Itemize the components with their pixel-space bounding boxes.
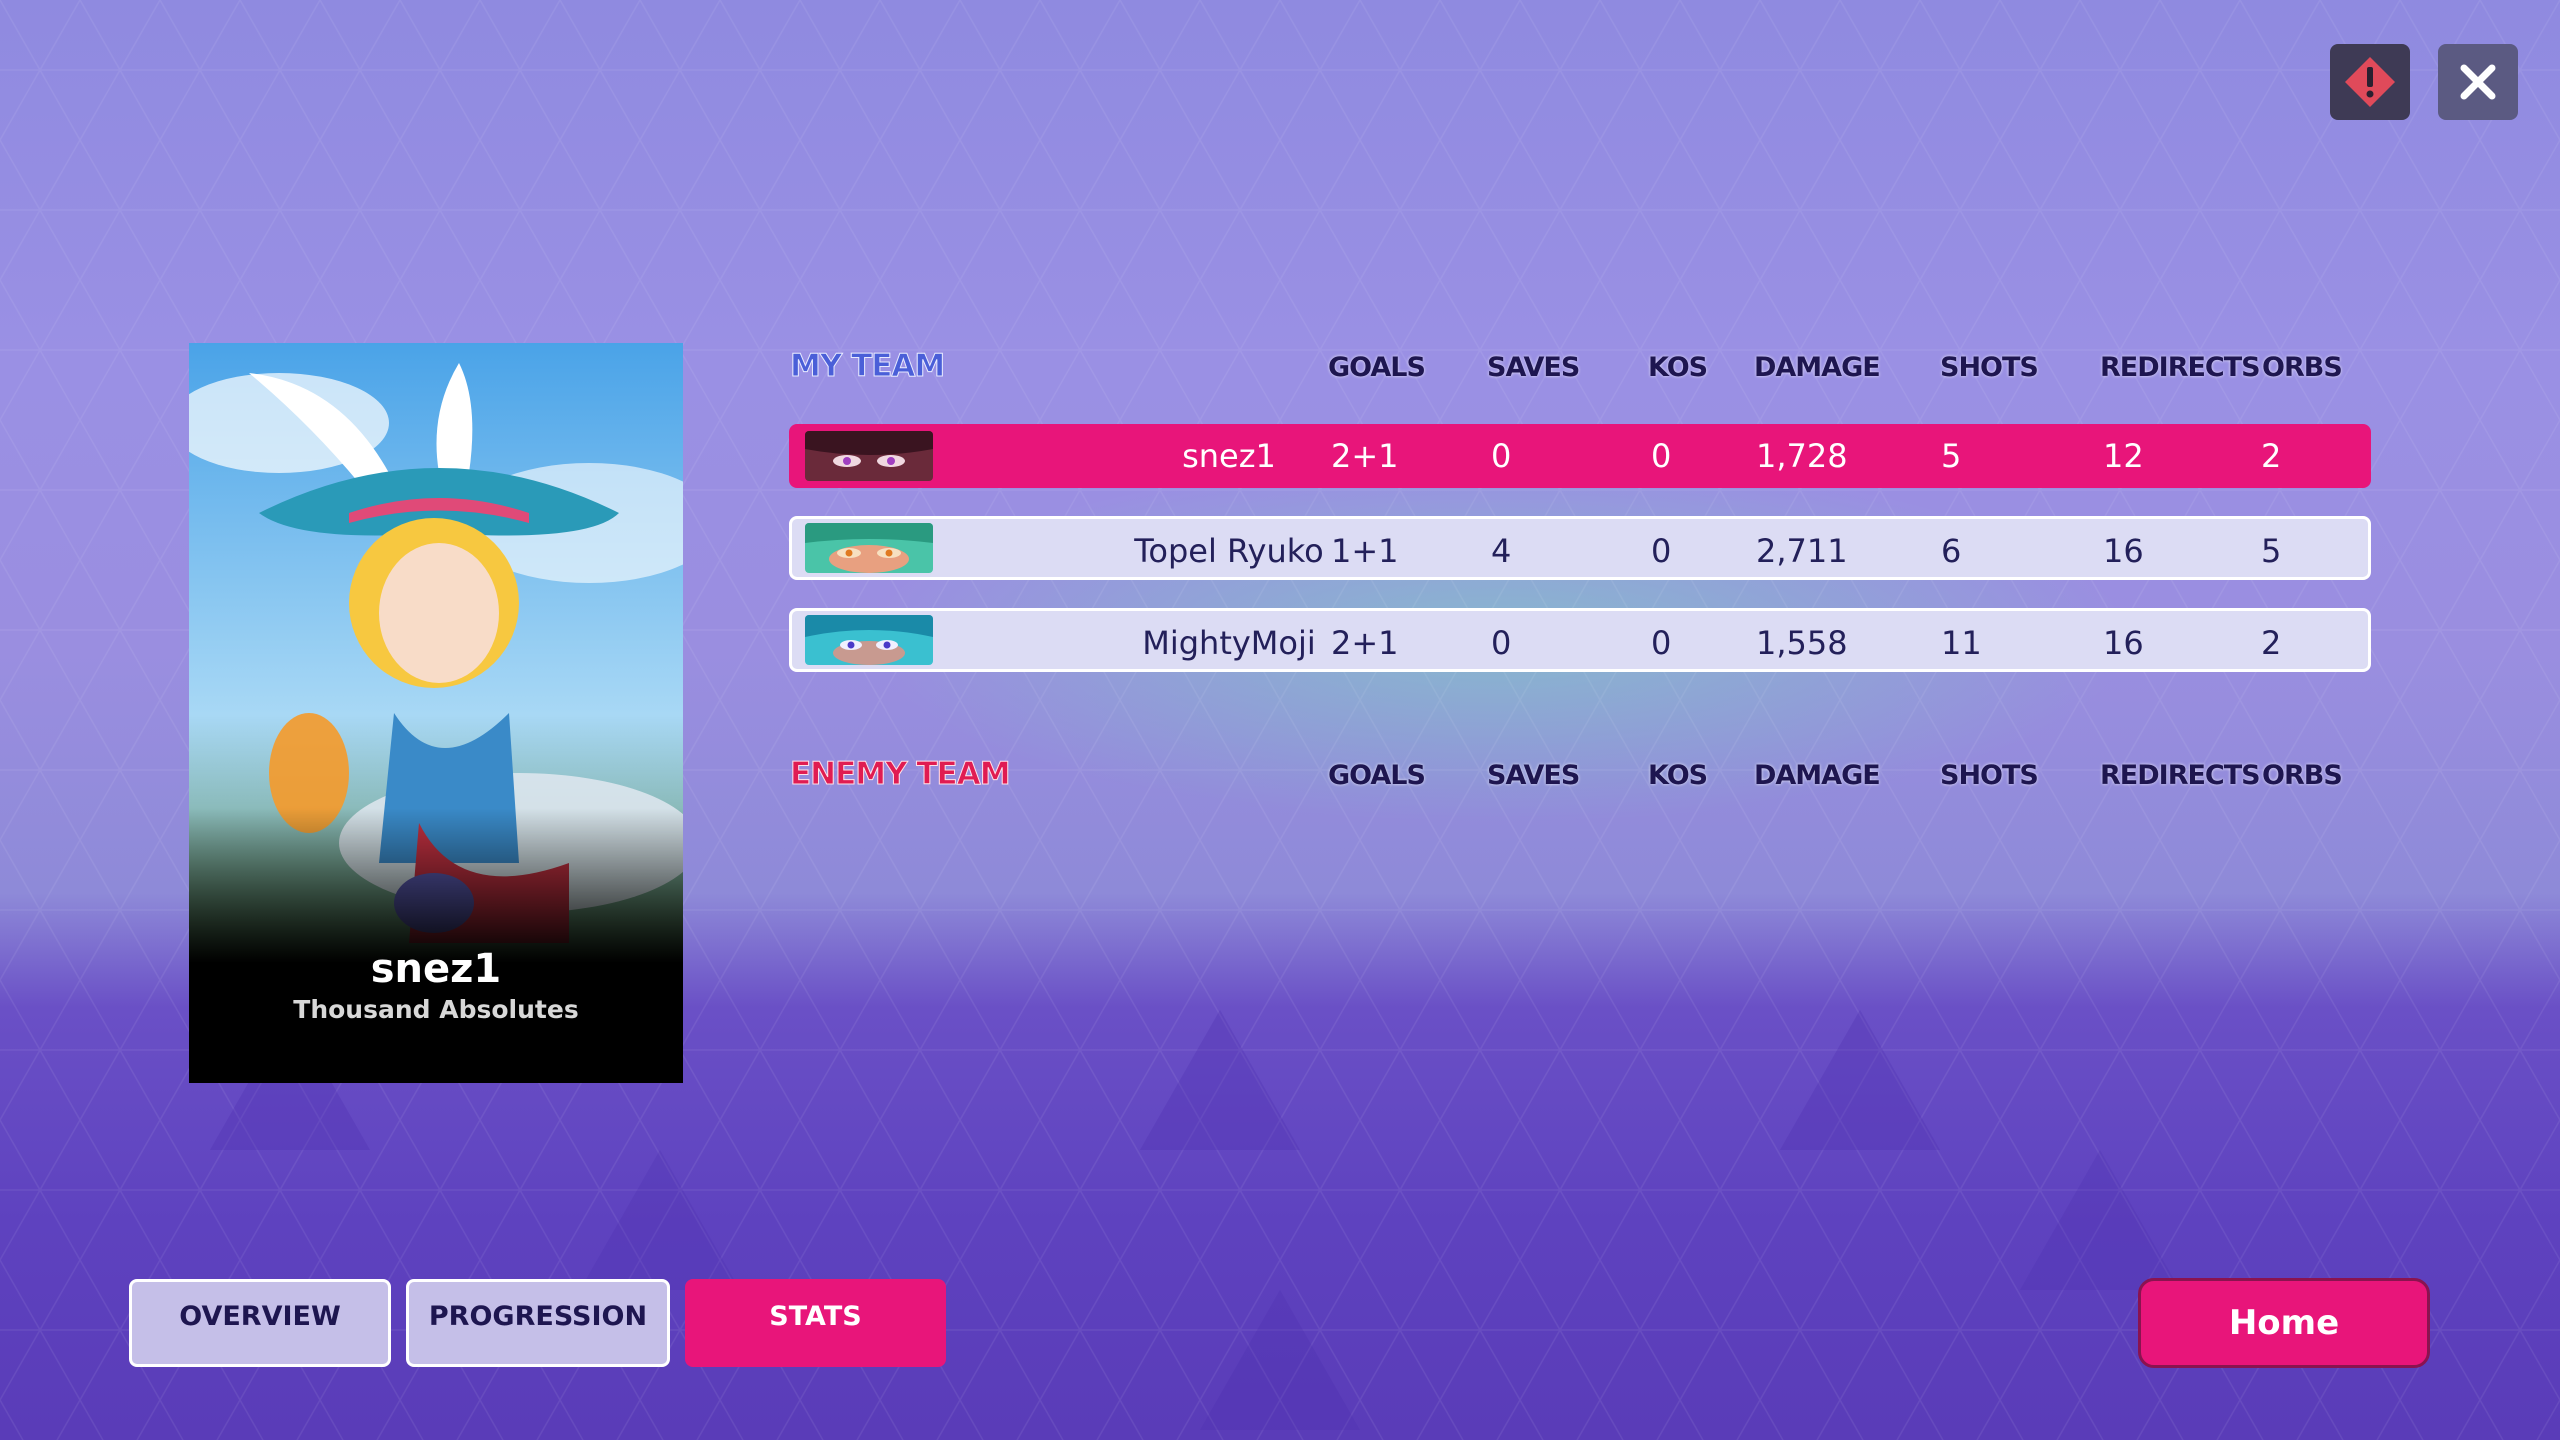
col-shots: SHOTS — [1940, 760, 2039, 791]
col-redirects: REDIRECTS — [2100, 352, 2261, 383]
saves-value: 4 — [1491, 532, 1512, 570]
saves-value: 0 — [1491, 437, 1512, 475]
card-player-title: Thousand Absolutes — [293, 995, 579, 1024]
report-button[interactable] — [2330, 44, 2410, 120]
shots-value: 5 — [1941, 437, 1962, 475]
character-card: snez1 Thousand Absolutes — [189, 343, 683, 1083]
redirects-value: 12 — [2103, 437, 2144, 475]
report-warning-icon — [2345, 57, 2395, 107]
my-team-header: MY TEAM GOALS SAVES KOS DAMAGE SHOTS RED… — [789, 348, 2370, 398]
character-art — [189, 343, 683, 963]
damage-value: 1,558 — [1756, 624, 1848, 662]
orbs-value: 2 — [2261, 624, 2282, 662]
home-button[interactable]: Home — [2138, 1278, 2430, 1368]
col-orbs: ORBS — [2262, 760, 2343, 791]
close-button[interactable] — [2438, 44, 2518, 120]
card-player-name: snez1 — [370, 946, 502, 992]
close-icon — [2460, 64, 2496, 100]
goals-value: 1+1 — [1331, 532, 1399, 570]
enemy-team-header: ENEMY TEAM GOALS SAVES KOS DAMAGE SHOTS … — [790, 756, 2370, 806]
orbs-value: 5 — [2261, 532, 2282, 570]
col-saves: SAVES — [1487, 352, 1580, 383]
tab-stats[interactable]: STATS — [685, 1279, 946, 1367]
col-kos: KOS — [1648, 760, 1708, 791]
enemy-team-label: ENEMY TEAM — [790, 756, 1012, 793]
redirects-value: 16 — [2103, 624, 2144, 662]
damage-value: 1,728 — [1756, 437, 1848, 475]
player-name: snez1 — [1182, 437, 1276, 475]
tab-progression[interactable]: PROGRESSION — [406, 1279, 670, 1367]
player-portrait — [805, 431, 933, 481]
shots-value: 6 — [1941, 532, 1962, 570]
kos-value: 0 — [1651, 437, 1672, 475]
col-orbs: ORBS — [2262, 352, 2343, 383]
player-row[interactable]: Topel Ryuko 1+1 4 0 2,711 6 16 5 — [789, 516, 2371, 580]
player-portrait — [805, 615, 933, 665]
kos-value: 0 — [1651, 532, 1672, 570]
player-name: MightyMoji — [1142, 624, 1316, 662]
col-kos: KOS — [1648, 352, 1708, 383]
player-row[interactable]: MightyMoji 2+1 0 0 1,558 11 16 2 — [789, 608, 2371, 672]
goals-value: 2+1 — [1331, 437, 1399, 475]
player-portrait — [805, 523, 933, 573]
goals-value: 2+1 — [1331, 624, 1399, 662]
col-goals: GOALS — [1328, 352, 1426, 383]
player-row[interactable]: snez1 2+1 0 0 1,728 5 12 2 — [789, 424, 2371, 488]
col-goals: GOALS — [1328, 760, 1426, 791]
tab-overview[interactable]: OVERVIEW — [129, 1279, 391, 1367]
col-saves: SAVES — [1487, 760, 1580, 791]
kos-value: 0 — [1651, 624, 1672, 662]
col-redirects: REDIRECTS — [2100, 760, 2261, 791]
col-damage: DAMAGE — [1754, 760, 1881, 791]
shots-value: 11 — [1941, 624, 1982, 662]
col-shots: SHOTS — [1940, 352, 2039, 383]
damage-value: 2,711 — [1756, 532, 1848, 570]
col-damage: DAMAGE — [1754, 352, 1881, 383]
orbs-value: 2 — [2261, 437, 2282, 475]
my-team-label: MY TEAM — [789, 348, 945, 385]
saves-value: 0 — [1491, 624, 1512, 662]
redirects-value: 16 — [2103, 532, 2144, 570]
player-name: Topel Ryuko — [1134, 532, 1324, 570]
